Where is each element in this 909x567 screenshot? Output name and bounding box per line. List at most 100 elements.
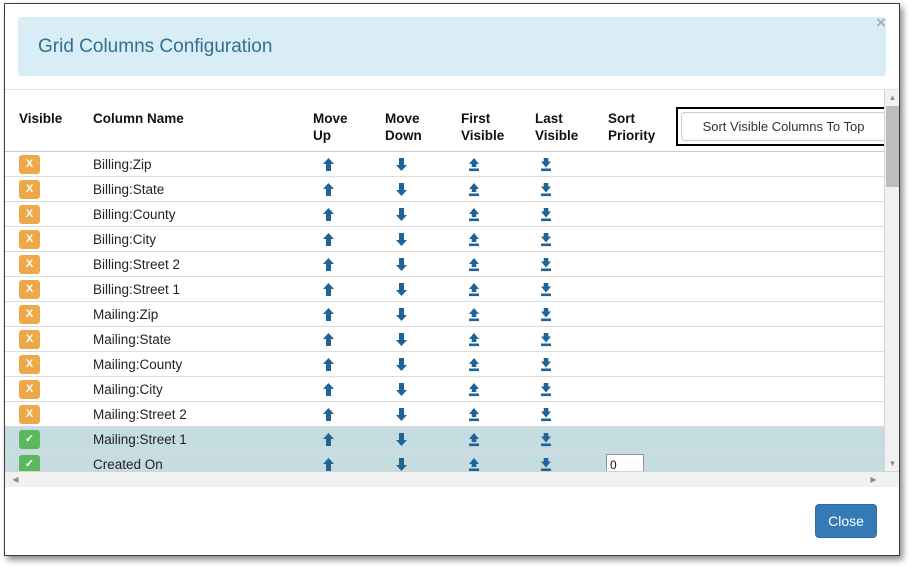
move-to-last-visible-icon[interactable] xyxy=(533,152,559,177)
move-to-last-visible-icon[interactable] xyxy=(533,352,559,377)
scroll-down-icon[interactable]: ▼ xyxy=(885,456,899,471)
table-row[interactable]: X Billing:Street 1 xyxy=(5,277,885,302)
move-up-icon[interactable] xyxy=(315,202,341,227)
move-to-last-visible-icon[interactable] xyxy=(533,252,559,277)
grid-columns-configuration-dialog: Grid Columns Configuration × Visible Col… xyxy=(4,3,900,556)
move-up-icon[interactable] xyxy=(315,427,341,452)
close-icon[interactable]: × xyxy=(872,14,890,32)
table-row[interactable]: ✓ Mailing:Street 1 xyxy=(5,427,885,452)
table-row[interactable]: X Mailing:City xyxy=(5,377,885,402)
move-down-icon[interactable] xyxy=(388,427,414,452)
move-up-icon[interactable] xyxy=(315,352,341,377)
visible-toggle-off[interactable]: X xyxy=(19,305,40,324)
move-up-icon[interactable] xyxy=(315,177,341,202)
visible-toggle-off[interactable]: X xyxy=(19,380,40,399)
move-to-first-visible-icon[interactable] xyxy=(461,302,487,327)
move-to-last-visible-icon[interactable] xyxy=(533,377,559,402)
move-down-icon[interactable] xyxy=(388,277,414,302)
column-header-last-visible-line1: Last xyxy=(535,111,563,126)
move-down-icon[interactable] xyxy=(388,377,414,402)
table-row[interactable]: X Mailing:State xyxy=(5,327,885,352)
move-to-first-visible-icon[interactable] xyxy=(461,227,487,252)
column-header-visible-line1: Visible xyxy=(19,111,63,126)
move-to-first-visible-icon[interactable] xyxy=(461,177,487,202)
table-row[interactable]: X Billing:Street 2 xyxy=(5,252,885,277)
move-down-icon[interactable] xyxy=(388,202,414,227)
move-down-icon[interactable] xyxy=(388,227,414,252)
visible-toggle-off[interactable]: X xyxy=(19,330,40,349)
horizontal-scrollbar[interactable]: ◀ ▶ xyxy=(5,471,899,488)
move-up-icon[interactable] xyxy=(315,227,341,252)
table-row[interactable]: X Billing:Zip xyxy=(5,152,885,177)
dialog-header: Grid Columns Configuration × xyxy=(5,4,899,90)
move-up-icon[interactable] xyxy=(315,327,341,352)
move-down-icon[interactable] xyxy=(388,327,414,352)
move-to-first-visible-icon[interactable] xyxy=(461,427,487,452)
visible-toggle-off[interactable]: X xyxy=(19,355,40,374)
move-up-icon[interactable] xyxy=(315,377,341,402)
column-name-label: Billing:City xyxy=(93,232,157,247)
column-header-move-up: Move Up xyxy=(313,110,348,144)
table-row[interactable]: X Mailing:Street 2 xyxy=(5,402,885,427)
move-down-icon[interactable] xyxy=(388,152,414,177)
move-up-icon[interactable] xyxy=(315,402,341,427)
move-up-icon[interactable] xyxy=(315,252,341,277)
move-to-last-visible-icon[interactable] xyxy=(533,277,559,302)
visible-toggle-off[interactable]: X xyxy=(19,205,40,224)
visible-toggle-off[interactable]: X xyxy=(19,280,40,299)
column-header-last-visible-line2: Visible xyxy=(535,128,579,143)
scroll-left-icon[interactable]: ◀ xyxy=(8,472,23,488)
visible-toggle-on[interactable]: ✓ xyxy=(19,430,40,449)
move-up-icon[interactable] xyxy=(315,277,341,302)
column-header-column-name-line1: Column Name xyxy=(93,111,184,126)
sort-visible-columns-to-top-focus-ring: Sort Visible Columns To Top xyxy=(676,107,891,146)
table-row[interactable]: X Billing:State xyxy=(5,177,885,202)
move-up-icon[interactable] xyxy=(315,302,341,327)
scroll-right-icon[interactable]: ▶ xyxy=(866,472,881,488)
move-to-first-visible-icon[interactable] xyxy=(461,152,487,177)
visible-toggle-off[interactable]: X xyxy=(19,230,40,249)
table-row[interactable]: X Mailing:Zip xyxy=(5,302,885,327)
move-to-first-visible-icon[interactable] xyxy=(461,327,487,352)
table-row[interactable]: X Mailing:County xyxy=(5,352,885,377)
close-button[interactable]: Close xyxy=(815,504,877,538)
move-to-first-visible-icon[interactable] xyxy=(461,377,487,402)
move-to-last-visible-icon[interactable] xyxy=(533,427,559,452)
column-name-label: Mailing:Zip xyxy=(93,307,159,322)
column-name-label: Mailing:State xyxy=(93,332,172,347)
move-to-last-visible-icon[interactable] xyxy=(533,327,559,352)
move-down-icon[interactable] xyxy=(388,252,414,277)
move-down-icon[interactable] xyxy=(388,302,414,327)
table-row[interactable]: X Billing:County xyxy=(5,202,885,227)
move-to-first-visible-icon[interactable] xyxy=(461,402,487,427)
move-to-first-visible-icon[interactable] xyxy=(461,202,487,227)
move-to-last-visible-icon[interactable] xyxy=(533,402,559,427)
move-to-first-visible-icon[interactable] xyxy=(461,252,487,277)
visible-toggle-off[interactable]: X xyxy=(19,255,40,274)
column-name-label: Billing:Street 1 xyxy=(93,282,181,297)
move-to-last-visible-icon[interactable] xyxy=(533,227,559,252)
column-header-first-visible-line2: Visible xyxy=(461,128,505,143)
sort-visible-columns-to-top-button[interactable]: Sort Visible Columns To Top xyxy=(681,112,886,141)
column-name-label: Mailing:County xyxy=(93,357,183,372)
move-down-icon[interactable] xyxy=(388,352,414,377)
vertical-scrollbar[interactable]: ▲ ▼ xyxy=(884,90,899,471)
visible-toggle-off[interactable]: X xyxy=(19,405,40,424)
move-down-icon[interactable] xyxy=(388,177,414,202)
move-to-last-visible-icon[interactable] xyxy=(533,302,559,327)
move-to-first-visible-icon[interactable] xyxy=(461,277,487,302)
column-header-move-up-line1: Move xyxy=(313,111,348,126)
column-header-first-visible: First Visible xyxy=(461,110,504,144)
column-header-visible: Visible xyxy=(19,110,62,127)
scroll-up-icon[interactable]: ▲ xyxy=(885,90,899,105)
visible-toggle-off[interactable]: X xyxy=(19,155,40,174)
visible-toggle-off[interactable]: X xyxy=(19,180,40,199)
vertical-scrollbar-thumb[interactable] xyxy=(886,106,899,187)
move-up-icon[interactable] xyxy=(315,152,341,177)
move-to-last-visible-icon[interactable] xyxy=(533,177,559,202)
column-name-label: Mailing:Street 2 xyxy=(93,407,187,422)
table-row[interactable]: X Billing:City xyxy=(5,227,885,252)
move-to-last-visible-icon[interactable] xyxy=(533,202,559,227)
move-down-icon[interactable] xyxy=(388,402,414,427)
move-to-first-visible-icon[interactable] xyxy=(461,352,487,377)
